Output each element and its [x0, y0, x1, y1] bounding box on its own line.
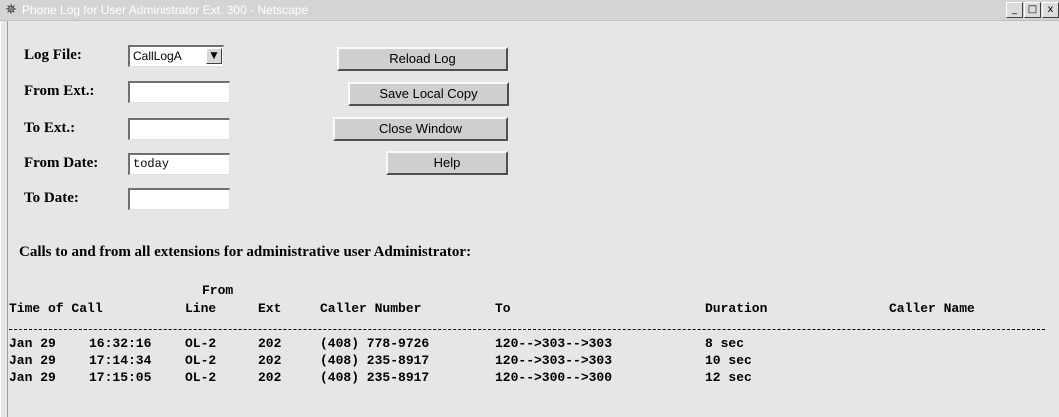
- row-duration: 10 sec: [705, 353, 752, 368]
- row-line: OL-2: [185, 336, 217, 351]
- row-line: OL-2: [185, 353, 217, 368]
- log-file-label: Log File:: [24, 47, 82, 63]
- col-caller-number: Caller Number: [320, 301, 422, 316]
- col-time-of-call: Time of Call: [9, 301, 103, 316]
- row-time: 17:14:34: [89, 353, 152, 368]
- table-row: Jan 29 16:32:16 OL-2 202 (408) 778-9726 …: [9, 336, 1049, 352]
- row-duration: 8 sec: [705, 336, 745, 351]
- maximize-button[interactable]: □: [1024, 2, 1041, 18]
- row-to: 120-->300-->300: [495, 370, 613, 385]
- netscape-icon: ✵: [5, 2, 17, 18]
- log-file-select[interactable]: CallLogA ▼: [128, 45, 224, 67]
- save-local-copy-button[interactable]: Save Local Copy: [348, 82, 509, 106]
- row-caller-number: (408) 235-8917: [320, 370, 430, 385]
- window-controls: _ □ x: [1005, 2, 1059, 18]
- row-ext: 202: [258, 370, 282, 385]
- col-ext: Ext: [258, 301, 282, 316]
- row-to: 120-->303-->303: [495, 353, 613, 368]
- header-separator: [9, 329, 1045, 330]
- row-caller-number: (408) 235-8917: [320, 353, 430, 368]
- close-window-button[interactable]: Close Window: [333, 117, 508, 141]
- from-ext-input[interactable]: [128, 81, 230, 103]
- col-to: To: [495, 301, 511, 316]
- row-to: 120-->303-->303: [495, 336, 613, 351]
- row-line: OL-2: [185, 370, 217, 385]
- help-button[interactable]: Help: [386, 151, 508, 175]
- to-date-input[interactable]: [128, 188, 230, 210]
- row-duration: 12 sec: [705, 370, 752, 385]
- table-row: Jan 29 17:14:34 OL-2 202 (408) 235-8917 …: [9, 353, 1049, 369]
- to-ext-input[interactable]: [128, 118, 230, 140]
- row-ext: 202: [258, 353, 282, 368]
- from-header: From: [202, 283, 234, 298]
- row-time: 16:32:16: [89, 336, 152, 351]
- row-date: Jan 29: [9, 336, 56, 351]
- log-heading: Calls to and from all extensions for adm…: [19, 244, 472, 260]
- from-date-input[interactable]: today: [128, 153, 230, 175]
- log-file-value: CallLogA: [133, 49, 182, 63]
- title-bar: ✵ Phone Log for User Administrator Ext. …: [0, 0, 1059, 21]
- window-frame: [0, 21, 8, 417]
- table-row: Jan 29 17:15:05 OL-2 202 (408) 235-8917 …: [9, 370, 1049, 386]
- close-window-x-button[interactable]: x: [1042, 2, 1059, 18]
- chevron-down-icon[interactable]: ▼: [206, 48, 222, 64]
- minimize-button[interactable]: _: [1006, 2, 1023, 18]
- row-time: 17:15:05: [89, 370, 152, 385]
- row-caller-number: (408) 778-9726: [320, 336, 430, 351]
- page-content: Log File: From Ext.: To Ext.: From Date:…: [9, 21, 1059, 417]
- reload-log-button[interactable]: Reload Log: [337, 47, 508, 71]
- col-duration: Duration: [705, 301, 768, 316]
- col-caller-name: Caller Name: [889, 301, 975, 316]
- to-date-label: To Date:: [24, 190, 79, 206]
- row-date: Jan 29: [9, 370, 56, 385]
- from-ext-label: From Ext.:: [24, 83, 95, 99]
- window-title: Phone Log for User Administrator Ext. 30…: [22, 3, 309, 17]
- col-line: Line: [185, 301, 217, 316]
- to-ext-label: To Ext.:: [24, 120, 76, 136]
- row-date: Jan 29: [9, 353, 56, 368]
- from-date-label: From Date:: [24, 155, 99, 171]
- row-ext: 202: [258, 336, 282, 351]
